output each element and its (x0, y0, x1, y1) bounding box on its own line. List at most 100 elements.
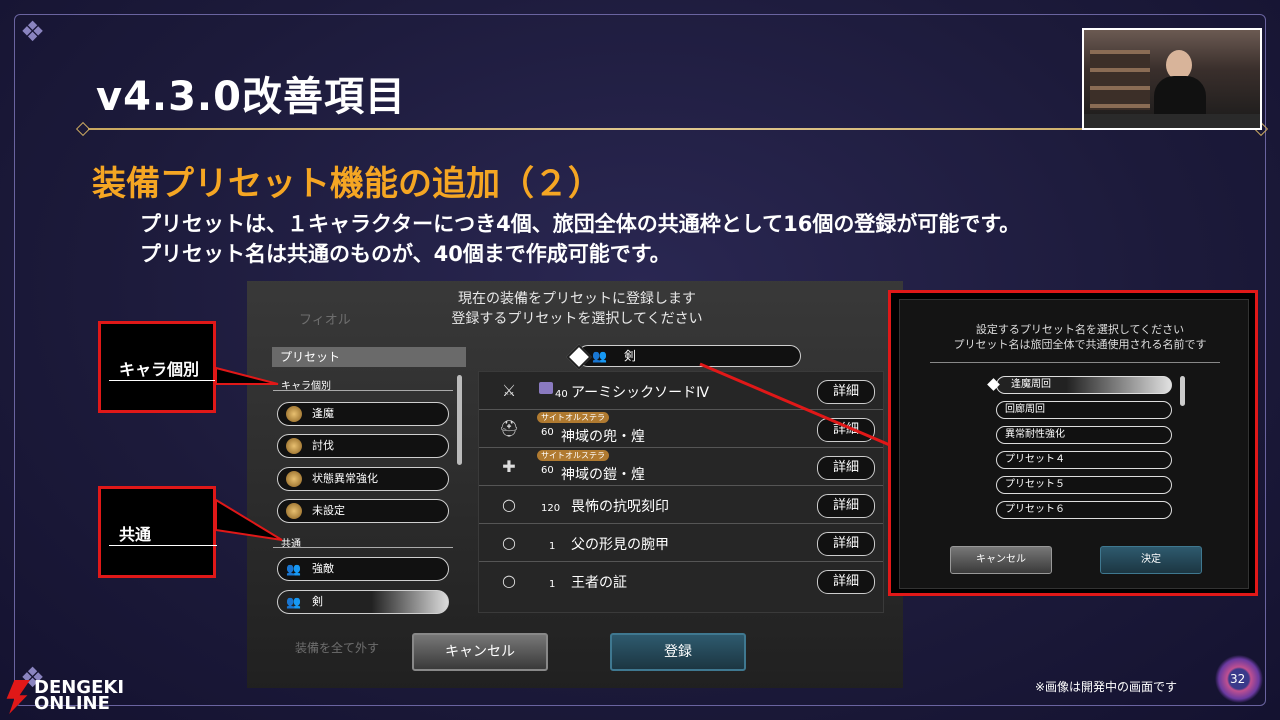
preset-button[interactable]: 未設定 (277, 499, 449, 523)
register-button[interactable]: 登録 (610, 633, 746, 671)
page-number: 32 (1230, 672, 1246, 686)
equipment-row: ○ 1 王者の証 詳細 (479, 562, 883, 599)
item-name: アーミシックソードⅣ (571, 385, 710, 401)
desk (1084, 114, 1260, 128)
detail-button[interactable]: 詳細 (817, 418, 875, 442)
name-option-selected[interactable]: 逢魔周回 (996, 376, 1172, 394)
preset-button[interactable]: 状態異常強化 (277, 467, 449, 491)
name-confirm-button[interactable]: 決定 (1100, 546, 1202, 574)
item-name: 神域の鎧・煌 (561, 467, 645, 483)
equipment-row: ○ 1 父の形見の腕甲 詳細 (479, 524, 883, 562)
equipment-row: ○ 120 畏怖の抗呪刻印 詳細 (479, 486, 883, 524)
item-name: 畏怖の抗呪刻印 (571, 499, 669, 515)
item-level: 120 (541, 503, 561, 514)
helmet-icon: ⛑ (499, 419, 520, 438)
item-level: 1 (549, 579, 556, 590)
item-level: 60 (541, 465, 554, 476)
preset-label: 強敵 (312, 562, 334, 575)
section-divider (273, 547, 453, 548)
slide-background: ❖ ❖ v4.3.0改善項目 装備プリセット機能の追加（２） プリセットは、１キ… (0, 0, 1280, 720)
item-name: 父の形見の腕甲 (571, 537, 669, 553)
party-icon: 👥 (286, 595, 301, 609)
detail-button[interactable]: 詳細 (817, 456, 875, 480)
accessory-icon: ○ (502, 495, 516, 514)
callout-underline (109, 545, 217, 546)
preset-scrollbar[interactable] (457, 375, 462, 465)
detail-button[interactable]: 詳細 (817, 570, 875, 594)
name-prompt-line-2: プリセット名は旅団全体で共通使用される名前です (953, 338, 1207, 351)
preset-button[interactable]: 逢魔 (277, 402, 449, 426)
preset-label: 討伐 (312, 439, 334, 452)
dev-note: ※画像は開発中の画面です (1035, 680, 1178, 694)
ghost-character-name: フィオル (299, 313, 351, 328)
register-prompt: 現在の装備をプリセットに登録します 登録するプリセットを選択してください (397, 289, 757, 329)
sword-icon: ⚔ (501, 381, 517, 400)
equipment-row: ⛑ サイトオルステラ 60 神域の兜・煌 詳細 (479, 410, 883, 448)
name-option[interactable]: プリセット５ (996, 476, 1172, 494)
equipment-row: ⚔ 40 アーミシックソードⅣ 詳細 (479, 372, 883, 410)
name-option[interactable]: プリセット６ (996, 501, 1172, 519)
name-option[interactable]: 異常耐性強化 (996, 426, 1172, 444)
preset-label: 剣 (312, 595, 323, 608)
character-icon (286, 503, 302, 519)
game-screenshot: フィオル 現在の装備をプリセットに登録します 登録するプリセットを選択してくださ… (247, 281, 903, 688)
slide-title: v4.3.0改善項目 (96, 74, 406, 120)
item-level: 60 (541, 427, 554, 438)
callout-individual: キャラ個別 (98, 321, 217, 413)
remove-all-button[interactable]: 装備を全て外す (295, 639, 379, 656)
name-scrollbar[interactable] (1180, 376, 1185, 406)
body-line-2: プリセット名は共通のものが、40個まで作成可能です。 (140, 242, 671, 266)
prompt-line-2: 登録するプリセットを選択してください (451, 311, 703, 327)
page-badge: 32 (1214, 654, 1264, 704)
preset-name-field[interactable]: 👥 剣 (566, 344, 801, 370)
bookshelf (1090, 50, 1150, 110)
corner-ornament-icon: ❖ (20, 15, 46, 48)
preset-button-selected[interactable]: 👥 剣 (277, 590, 449, 614)
name-divider (930, 362, 1220, 363)
detail-button[interactable]: 詳細 (817, 532, 875, 556)
weapon-type-icon (539, 382, 553, 394)
title-divider (88, 128, 1256, 130)
logo-line-2: ONLINE (34, 693, 110, 714)
preset-label: 逢魔 (312, 407, 334, 420)
item-tag: サイトオルステラ (537, 412, 609, 423)
equipment-row: ✚ サイトオルステラ 60 神域の鎧・煌 詳細 (479, 448, 883, 486)
party-icon: 👥 (592, 349, 607, 363)
party-icon: 👥 (286, 562, 301, 576)
preset-label: 未設定 (312, 504, 345, 517)
cancel-button[interactable]: キャンセル (412, 633, 548, 671)
preset-button[interactable]: 討伐 (277, 434, 449, 458)
slide-subtitle: 装備プリセット機能の追加（２） (92, 164, 602, 204)
item-level: 1 (549, 541, 556, 552)
accessory-icon: ○ (502, 571, 516, 590)
callout-common: 共通 (98, 486, 217, 578)
character-icon (286, 406, 302, 422)
detail-button[interactable]: 詳細 (817, 380, 875, 404)
name-option[interactable]: プリセット４ (996, 451, 1172, 469)
name-prompt: 設定するプリセット名を選択してください プリセット名は旅団全体で共通使用される名… (920, 322, 1240, 352)
character-icon (286, 438, 302, 454)
callout-label: 共通 (119, 525, 152, 544)
name-prompt-line-1: 設定するプリセット名を選択してください (975, 323, 1185, 336)
equipment-list: ⚔ 40 アーミシックソードⅣ 詳細 ⛑ サイトオルステラ 60 神域の兜・煌 … (478, 371, 884, 613)
preset-label: 状態異常強化 (312, 472, 378, 485)
preset-name-panel: 設定するプリセット名を選択してください プリセット名は旅団全体で共通使用される名… (888, 290, 1258, 596)
name-option[interactable]: 回廊周回 (996, 401, 1172, 419)
item-tag: サイトオルステラ (537, 450, 609, 461)
callout-underline (109, 380, 217, 381)
body-line-1: プリセットは、１キャラクターにつき4個、旅団全体の共通枠として16個の登録が可能… (140, 212, 1021, 236)
webcam-feed (1082, 28, 1262, 130)
preset-button[interactable]: 👥 強敵 (277, 557, 449, 581)
detail-button[interactable]: 詳細 (817, 494, 875, 518)
preset-name-value: 剣 (624, 349, 637, 363)
preset-header: プリセット (272, 347, 466, 367)
prompt-line-1: 現在の装備をプリセットに登録します (458, 291, 696, 307)
item-name: 神域の兜・煌 (561, 429, 645, 445)
preset-name-dialog: 設定するプリセット名を選択してください プリセット名は旅団全体で共通使用される名… (899, 299, 1249, 589)
item-name: 王者の証 (571, 575, 627, 591)
character-icon (286, 471, 302, 487)
callout-label: キャラ個別 (119, 360, 200, 379)
name-cancel-button[interactable]: キャンセル (950, 546, 1052, 574)
section-divider (273, 390, 453, 391)
item-level: 40 (555, 389, 568, 400)
